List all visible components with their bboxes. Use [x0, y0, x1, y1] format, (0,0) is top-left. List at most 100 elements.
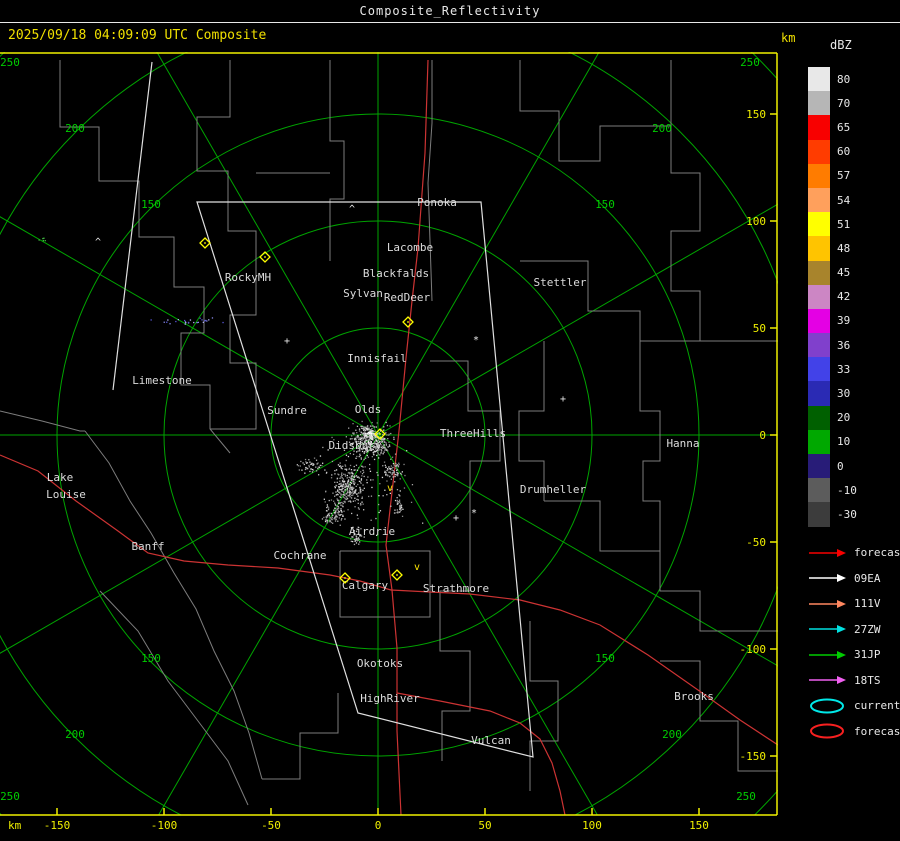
echo-dot: [388, 476, 391, 478]
echo-dot: [346, 474, 348, 477]
echo-dot: [354, 475, 356, 477]
boundary-line: [544, 500, 778, 632]
echo-dot: [354, 482, 356, 484]
echo-dot: [340, 519, 342, 521]
echo-dot: [369, 432, 371, 434]
echo-dot: [336, 493, 339, 495]
echo-dot: [325, 490, 327, 492]
echo-dot: [296, 464, 298, 466]
echo-dot: [371, 428, 373, 430]
echo-dot: [362, 503, 364, 505]
ring-range-label: 200: [65, 122, 85, 135]
echo-dot: [400, 505, 402, 507]
colorbar-row: 10: [808, 429, 857, 454]
city-label: Innisfail: [347, 352, 407, 365]
legend-row: 31JP: [808, 642, 900, 668]
echo-dot: [341, 472, 343, 474]
echo-dot: [335, 510, 337, 512]
echo-dot: [386, 480, 388, 482]
echo-dot: [353, 465, 355, 468]
echo-dot: [394, 453, 397, 455]
colorbar-swatch: [808, 115, 830, 140]
echo-dot: [361, 465, 363, 467]
city-label: Olds: [355, 403, 382, 416]
echo-dot: [339, 480, 341, 482]
echo-dot: [324, 520, 327, 523]
echo-dot: [362, 489, 364, 491]
city-label: Cochrane: [274, 549, 327, 562]
city-label: Didsbury: [329, 439, 382, 452]
echo-dot: [333, 518, 335, 520]
echo-dot: [347, 480, 349, 482]
echo-dot: [335, 517, 337, 519]
echo-dot: [350, 469, 353, 471]
echo-dot: [338, 474, 340, 476]
echo-dot: [340, 476, 342, 478]
echo-dot: [390, 478, 392, 480]
echo-dot: [361, 475, 363, 477]
echo-dot: [375, 436, 377, 439]
point-marker: *: [473, 335, 479, 346]
echo-dot: [350, 497, 353, 499]
echo-dot: [344, 480, 346, 483]
echo-dot: [395, 471, 398, 474]
echo-dot: [393, 472, 395, 474]
echo-dot: [393, 436, 395, 438]
echo-dot: [318, 466, 321, 468]
legend-label: 27ZW: [854, 622, 881, 636]
radar-map[interactable]: 150 100 50 0 -50 -100 -150 -150 -100 -50 0 50 100 150…: [0, 52, 778, 841]
echo-dot: [340, 473, 343, 476]
echo-dot: [341, 511, 343, 513]
echo-dot: [356, 432, 358, 434]
echo-dot: [371, 486, 373, 489]
colorbar-value: 80: [837, 72, 851, 86]
echo-dot: [327, 505, 329, 508]
echo-dot: [349, 491, 351, 493]
colorbar-row: 65: [808, 115, 857, 140]
echo-dot: [344, 518, 346, 520]
colorbar-unit-label: dBZ: [830, 38, 852, 52]
echo-dot: [389, 445, 391, 447]
echo-dot: [328, 516, 330, 518]
echo-dot: [329, 517, 331, 519]
echo-dot: [335, 491, 337, 493]
echo-dot: [356, 455, 358, 458]
echo-dot: [185, 322, 187, 324]
echo-dot: [348, 476, 350, 478]
axis-right-label: -100: [740, 643, 767, 656]
echo-dot: [365, 432, 367, 435]
echo-dot: [326, 514, 329, 516]
echo-dot: [356, 469, 359, 471]
echo-dot: [326, 519, 328, 521]
echo-dot: [316, 463, 318, 465]
echo-dot: [360, 434, 362, 436]
echo-dot: [341, 486, 343, 488]
echo-dot: [350, 488, 353, 490]
echo-dot: [334, 507, 336, 510]
echo-dot: [318, 474, 320, 476]
radial-line: [377, 203, 778, 436]
boundary-line: [639, 341, 661, 551]
km-unit-top: km: [781, 31, 796, 45]
echo-dot: [374, 430, 376, 433]
echo-dot: [370, 433, 372, 436]
city-label: Sylvan: [343, 287, 383, 300]
city-label: Vulcan: [471, 734, 511, 747]
echo-dot: [375, 426, 377, 428]
coverage-outline: [196, 201, 534, 758]
echo-dot: [328, 514, 330, 516]
echo-dot: [372, 432, 374, 434]
colorbar-row: 36: [808, 333, 857, 358]
echo-dot: [399, 507, 401, 509]
echo-dot: [360, 425, 362, 428]
echo-dot: [352, 453, 355, 455]
track-arrow-icon: [809, 625, 846, 634]
colorbar-value: 36: [837, 338, 851, 352]
colorbar-swatch: [808, 454, 830, 479]
echo-dot: [334, 486, 336, 488]
track-arrow-icon: [809, 574, 846, 583]
echo-dot: [391, 474, 393, 476]
echo-dot: [309, 470, 311, 473]
echo-dot: [378, 495, 380, 497]
echo-dot: [362, 469, 364, 471]
